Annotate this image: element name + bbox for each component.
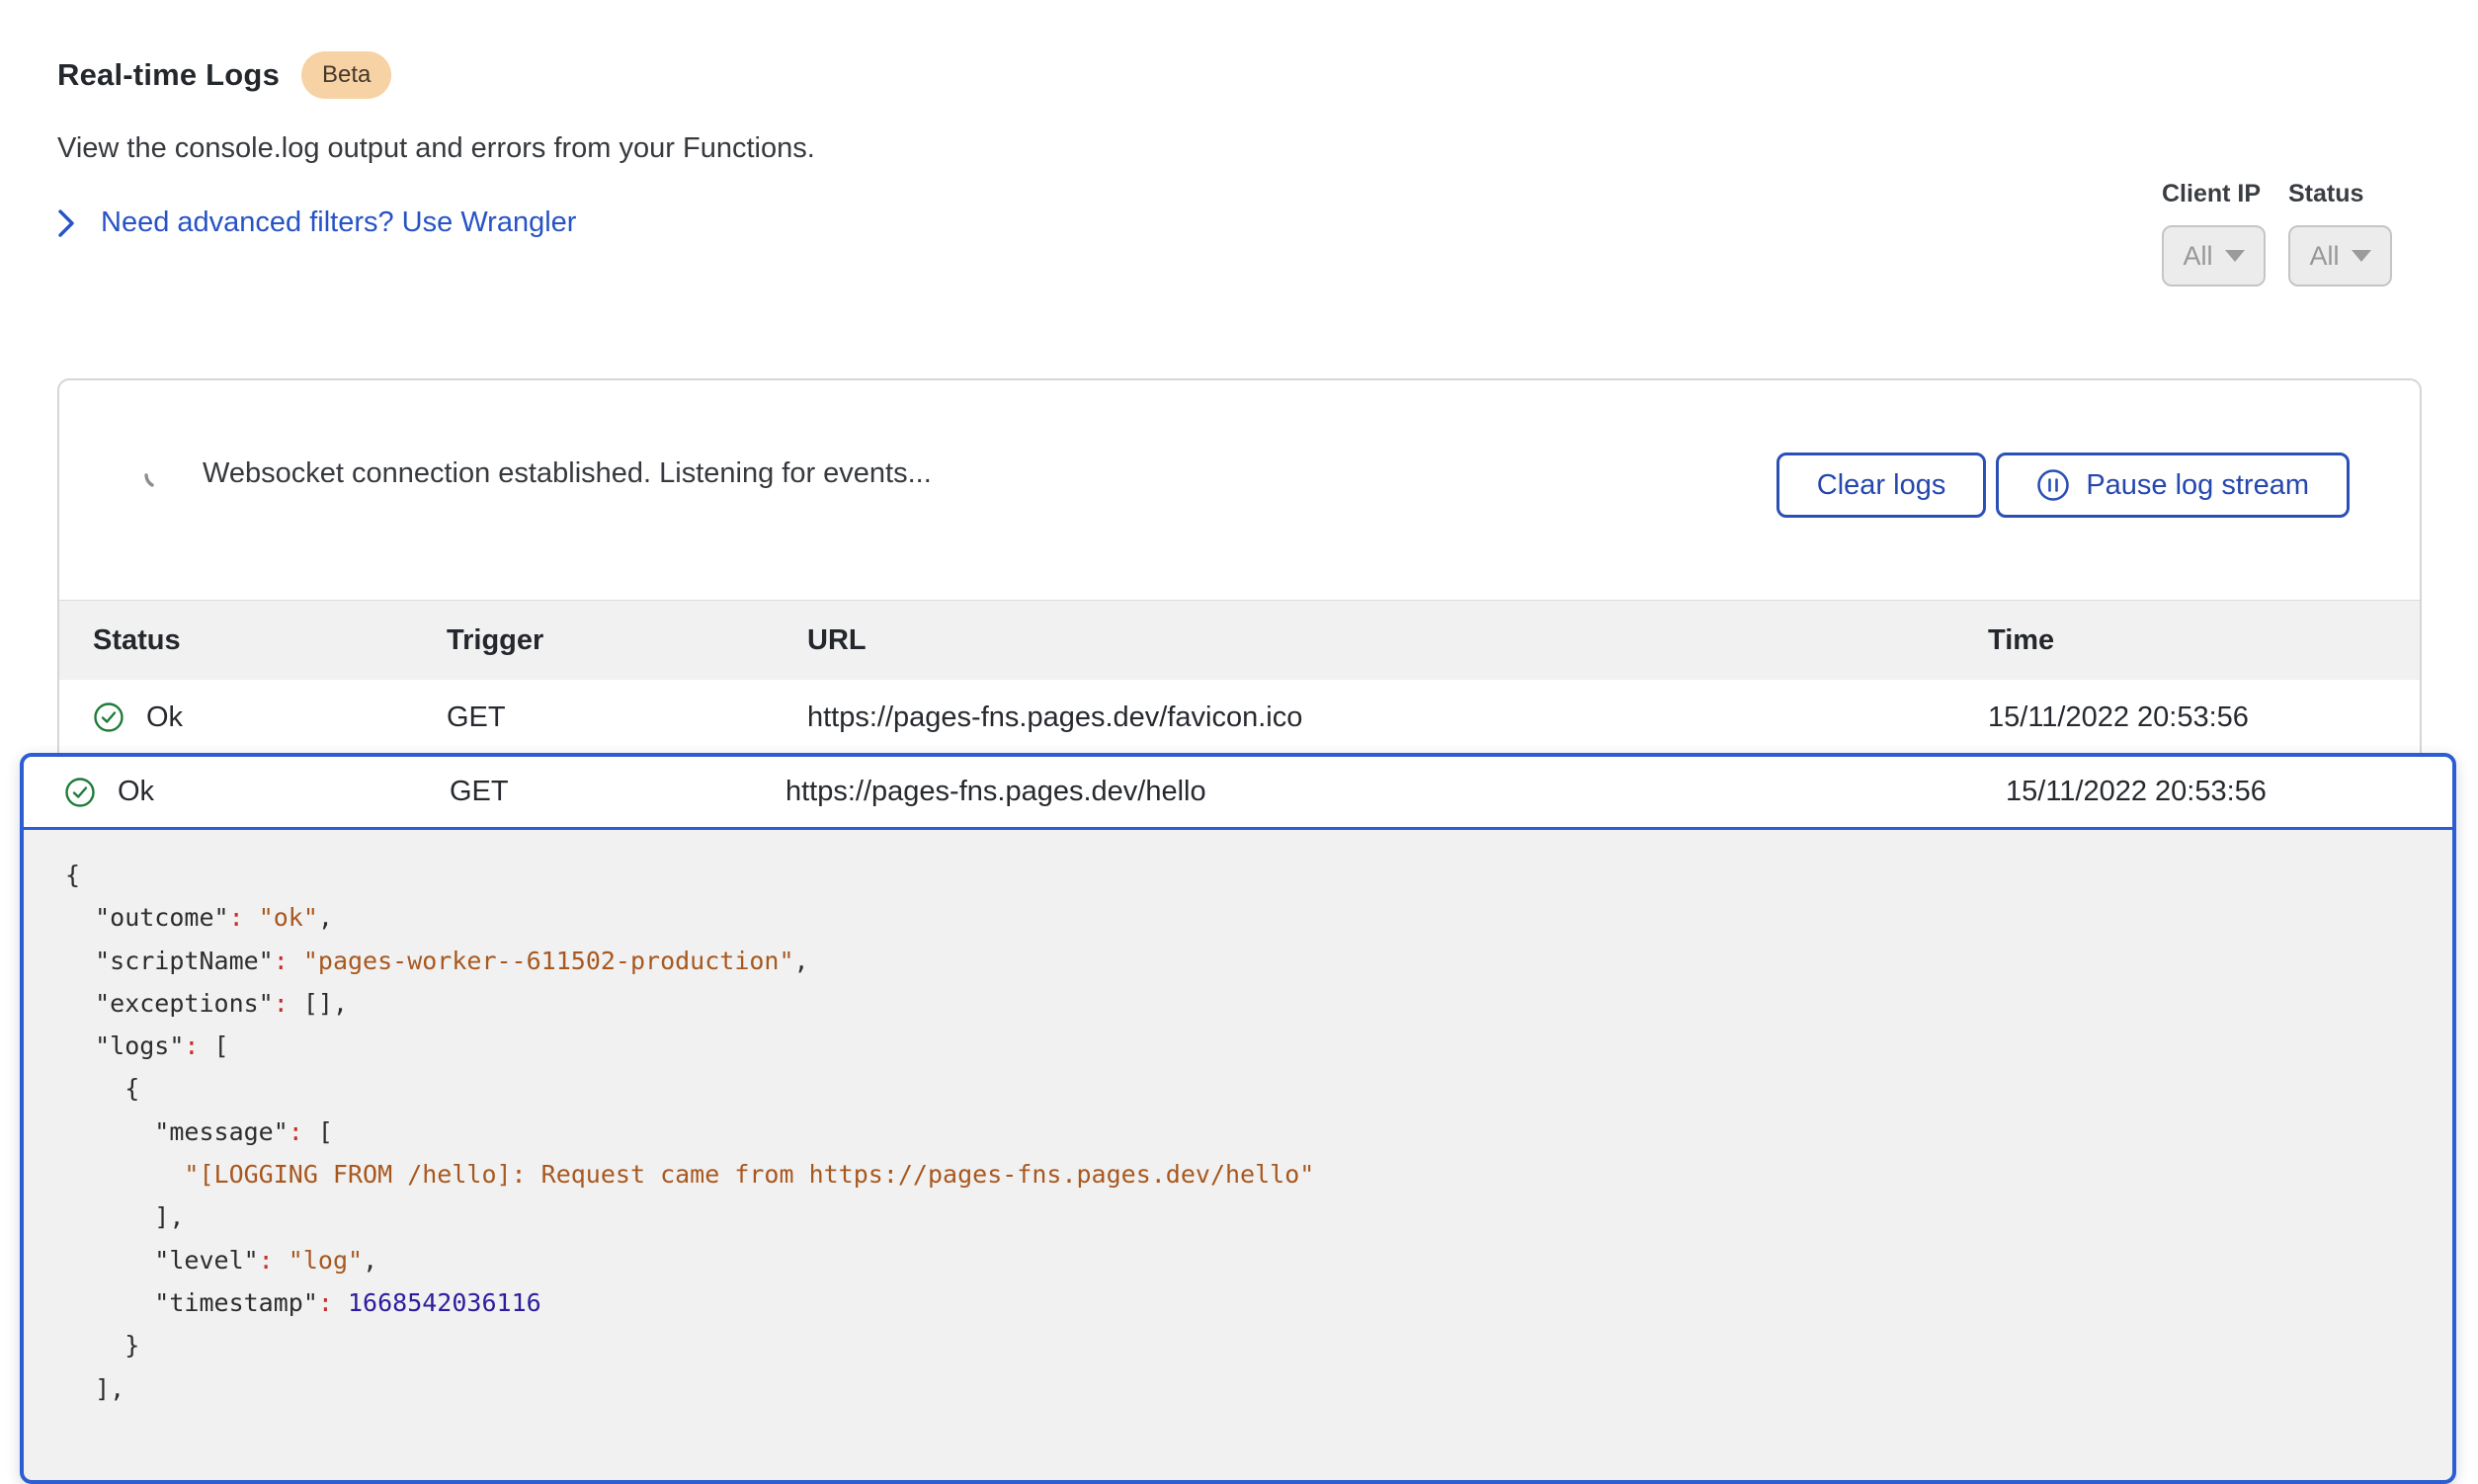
page-header: Real-time Logs Beta View the console.log… <box>57 51 815 239</box>
clear-logs-button[interactable]: Clear logs <box>1776 453 1987 518</box>
row-time: 15/11/2022 20:53:56 <box>1988 701 2420 734</box>
row-url: https://pages-fns.pages.dev/hello <box>785 776 2006 808</box>
row-time: 15/11/2022 20:53:56 <box>2006 776 2452 808</box>
status-filter-label: Status <box>2288 180 2392 208</box>
chevron-right-icon <box>57 209 75 237</box>
log-toolbar: Websocket connection established. Listen… <box>59 380 2420 600</box>
row-url: https://pages-fns.pages.dev/favicon.ico <box>807 701 1988 734</box>
spinner-icon <box>143 459 173 489</box>
expanded-log-row[interactable]: Ok GET https://pages-fns.pages.dev/hello… <box>24 757 2452 830</box>
websocket-status-text: Websocket connection established. Listen… <box>203 457 932 490</box>
toolbar-buttons: Clear logs Pause log stream <box>1776 453 2350 518</box>
advanced-filters-toggle[interactable]: Need advanced filters? Use Wrangler <box>57 206 815 239</box>
table-row[interactable]: Ok GET https://pages-fns.pages.dev/favic… <box>59 680 2420 755</box>
filter-client-ip: Client IP All <box>2162 180 2266 287</box>
client-ip-dropdown[interactable]: All <box>2162 225 2266 287</box>
column-header-time: Time <box>1988 624 2420 657</box>
page-description: View the console.log output and errors f… <box>57 132 815 165</box>
column-header-status: Status <box>93 624 447 657</box>
pause-icon <box>2036 468 2070 502</box>
row-status: Ok <box>118 776 154 808</box>
success-check-icon <box>93 701 124 733</box>
row-trigger: GET <box>447 701 807 734</box>
beta-badge: Beta <box>301 51 391 99</box>
success-check-icon <box>64 777 96 808</box>
column-header-trigger: Trigger <box>447 624 807 657</box>
pause-log-stream-button[interactable]: Pause log stream <box>1996 453 2350 518</box>
row-trigger: GET <box>450 776 785 808</box>
pause-log-stream-label: Pause log stream <box>2086 469 2309 502</box>
wrangler-link[interactable]: Need advanced filters? Use Wrangler <box>101 206 576 239</box>
log-json-code: { "outcome": "ok", "scriptName": "pages-… <box>65 854 2452 1410</box>
filters: Client IP All Status All <box>2162 180 2392 287</box>
client-ip-label: Client IP <box>2162 180 2266 208</box>
table-header-row: Status Trigger URL Time <box>59 600 2420 680</box>
log-table: Status Trigger URL Time Ok GET https://p… <box>59 600 2420 755</box>
status-dropdown[interactable]: All <box>2288 225 2392 287</box>
client-ip-value: All <box>2183 241 2212 272</box>
status-filter-value: All <box>2309 241 2339 272</box>
column-header-url: URL <box>807 624 1988 657</box>
clear-logs-label: Clear logs <box>1817 469 1946 502</box>
caret-down-icon <box>2225 250 2245 262</box>
expanded-log-entry: Ok GET https://pages-fns.pages.dev/hello… <box>20 753 2456 1484</box>
row-status: Ok <box>146 701 183 734</box>
expanded-log-body: { "outcome": "ok", "scriptName": "pages-… <box>24 830 2452 1410</box>
filter-status: Status All <box>2288 180 2392 287</box>
websocket-status: Websocket connection established. Listen… <box>143 457 932 490</box>
caret-down-icon <box>2352 250 2371 262</box>
page-title: Real-time Logs <box>57 57 280 93</box>
realtime-logs-page: Real-time Logs Beta View the console.log… <box>0 0 2478 1417</box>
